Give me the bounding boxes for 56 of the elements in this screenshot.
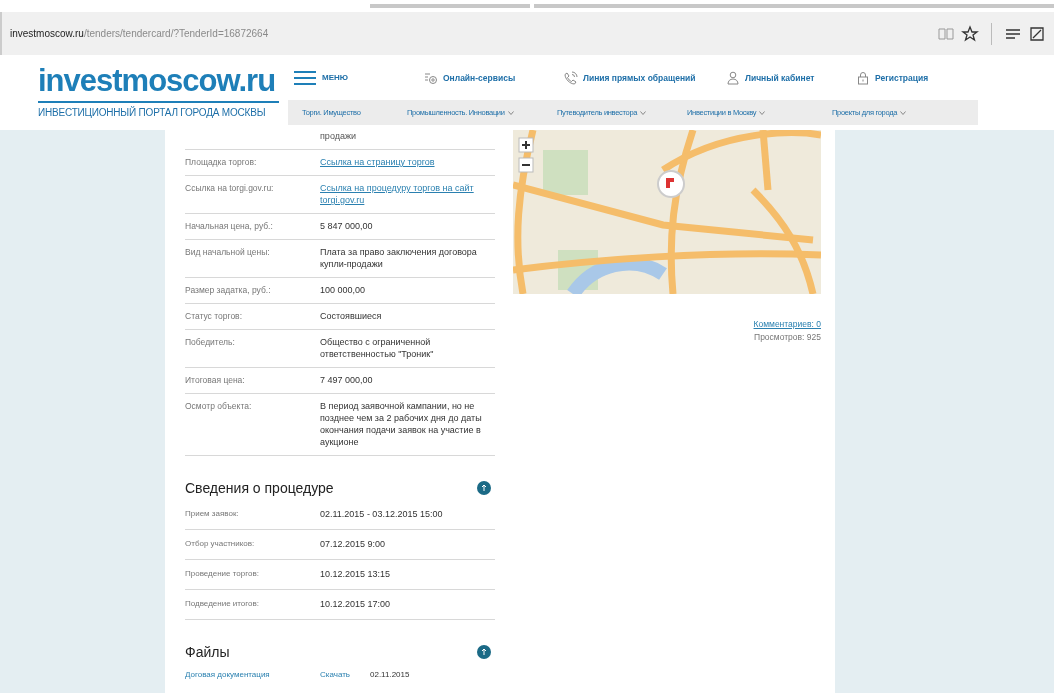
site-tagline: ИНВЕСТИЦИОННЫЙ ПОРТАЛ ГОРОДА МОСКВЫ	[38, 107, 267, 118]
gear-list-icon	[424, 70, 438, 85]
field-value: 10.12.2015 17:00	[320, 598, 392, 610]
field-label: Размер задатка, руб.:	[185, 284, 272, 296]
collapse-button[interactable]	[477, 481, 491, 495]
field-label: Победитель:	[185, 336, 236, 349]
note-icon[interactable]	[1028, 24, 1046, 43]
section-title: Файлы	[185, 644, 230, 660]
user-icon	[726, 70, 740, 85]
views-count: Просмотров: 925	[754, 332, 821, 342]
phone-icon	[564, 70, 578, 85]
collapse-button[interactable]	[477, 645, 491, 659]
comments-link[interactable]: Комментариев: 0	[753, 319, 821, 329]
field-value: 10.12.2015 13:15	[320, 568, 392, 580]
field-value: 02.11.2015 - 03.12.2015 15:00	[320, 508, 444, 520]
field-label: Проведение торгов:	[185, 568, 260, 580]
header-link[interactable]: Линия прямых обращений	[564, 70, 726, 85]
file-name: Договая документация	[185, 670, 271, 679]
caret-icon	[900, 110, 907, 115]
arrow-up-icon	[477, 645, 491, 659]
header-link[interactable]: Регистрация	[856, 70, 929, 85]
header-link[interactable]: Онлайн-сервисы	[424, 70, 564, 85]
field-label: Начальная цена, руб.:	[185, 220, 274, 232]
field-value: Плата за право заключения договора купли-продажи	[320, 246, 478, 270]
field-value: продажи	[320, 130, 357, 142]
field-label: Статус торгов:	[185, 310, 243, 322]
field-value: Общество с ограниченной ответственностью "Троник"	[320, 336, 435, 360]
field-label: Прием заявок:	[185, 508, 240, 520]
field-label: Площадка торгов:	[185, 156, 258, 168]
field-link[interactable]: Ссылка на процедуру торгов на сайт torgi.gov.ru	[320, 182, 495, 206]
section-title: Сведения о процедуре	[185, 480, 334, 496]
field-value: 7 497 000,00	[320, 374, 374, 386]
file-date: 02.11.2015	[370, 670, 410, 679]
field-label: Итоговая цена:	[185, 374, 246, 386]
field-label: Подведение итогов:	[185, 598, 260, 610]
field-value: 07.12.2015 9:00	[320, 538, 387, 550]
download-link[interactable]: Скачать	[320, 670, 370, 679]
field-label: Отбор участников:	[185, 538, 256, 550]
lock-icon	[856, 70, 870, 85]
field-label: Осмотр объекта:	[185, 400, 253, 413]
field-label: Ссылка на torgi.gov.ru:	[185, 182, 275, 195]
site-logo[interactable]: investmoscow.ru	[38, 61, 280, 103]
menu-icon	[294, 70, 316, 85]
star-icon[interactable]	[961, 24, 979, 43]
header-link[interactable]: Личный кабинет	[726, 70, 856, 85]
field-value: 5 847 000,00	[320, 220, 374, 232]
field-value: Состоявшиеся	[320, 310, 383, 322]
caret-icon	[507, 110, 514, 115]
field-link[interactable]: Ссылка на страницу торгов	[320, 156, 495, 168]
field-value: 100 000,00	[320, 284, 367, 296]
caret-icon	[759, 110, 766, 115]
caret-icon	[640, 110, 647, 115]
field-label: Вид начальной цены:	[185, 246, 271, 259]
field-value: В период заявочной кампании, но не позднее чем за 2 рабочих дня до даты окончания подачи заявок на участие в аукционе	[320, 400, 483, 448]
menu-button[interactable]: МЕНЮ	[294, 70, 424, 85]
arrow-up-icon	[477, 481, 491, 495]
